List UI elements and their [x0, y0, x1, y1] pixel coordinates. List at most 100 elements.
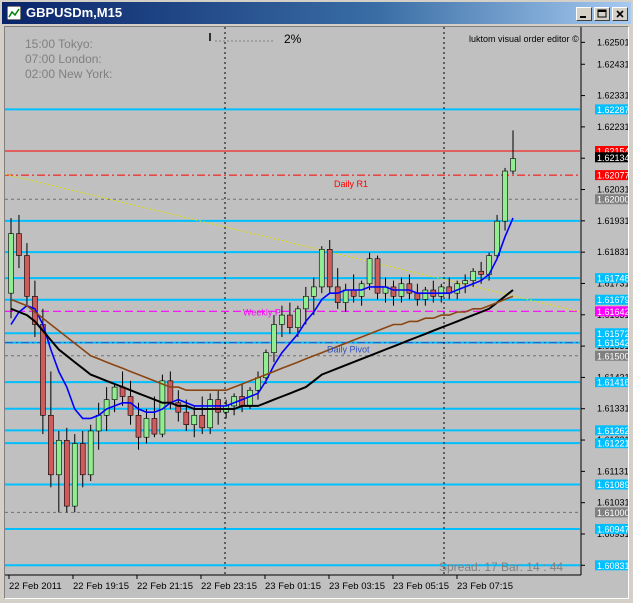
bear-candle	[334, 286, 341, 303]
price-level-tag-label: 1.62134	[597, 153, 628, 163]
bear-candle	[167, 380, 174, 404]
bull-candle	[271, 324, 277, 353]
price-tick-label: 1.61331	[597, 404, 628, 414]
order-editor-text: luktom visual order editor	[469, 34, 570, 44]
price-tick-label: 1.61831	[597, 247, 628, 257]
price-level-tag-label: 1.62000	[597, 195, 628, 205]
price-tick-label: 1.62431	[597, 59, 628, 69]
bear-candle	[326, 249, 333, 288]
bear-candle	[239, 396, 245, 407]
bear-candle	[16, 233, 22, 256]
title-bar[interactable]: GBPUSDm,M15	[2, 2, 631, 24]
bear-candle	[414, 292, 421, 300]
session-city-label: London:	[58, 52, 102, 66]
bear-candle	[40, 324, 46, 416]
maximize-button[interactable]	[594, 7, 610, 21]
bear-candle	[127, 396, 134, 416]
price-tick-label: 1.62331	[597, 91, 628, 101]
bull-candle	[8, 233, 14, 294]
time-tick-label: 23 Feb 03:15	[329, 581, 385, 592]
price-level-tag-label: 1.61416	[597, 378, 628, 388]
bull-candle	[207, 399, 214, 429]
bull-candle	[494, 220, 500, 256]
chart-canvas[interactable]: 1.625011.624311.623311.622311.621311.620…	[5, 27, 628, 598]
bull-candle	[310, 286, 317, 297]
window-title: GBPUSDm,M15	[26, 5, 123, 20]
minimize-icon	[580, 16, 586, 18]
order-editor-label[interactable]: luktom visual order editor ©	[469, 34, 579, 44]
bull-candle	[422, 289, 429, 300]
copyright-icon: ©	[572, 34, 579, 44]
bear-candle	[199, 414, 206, 429]
bull-candle	[303, 296, 309, 310]
price-tick-label: 1.62501	[597, 37, 628, 47]
bull-candle	[438, 286, 445, 297]
session-time-value: 15:00	[25, 37, 56, 51]
bear-candle	[24, 255, 30, 297]
price-tick-label: 1.61031	[597, 498, 628, 508]
price-tick-label: 1.62231	[597, 122, 628, 132]
bull-candle	[143, 418, 150, 438]
session-time-newyork: 02:00 New York:	[25, 67, 112, 81]
time-tick-label: 23 Feb 01:15	[265, 581, 321, 592]
bear-candle	[79, 443, 86, 476]
bull-candle	[87, 430, 94, 476]
bear-candle	[374, 258, 381, 294]
price-level-tag-label: 1.61542	[597, 338, 628, 348]
price-level-tag-label: 1.61642	[597, 307, 628, 317]
bull-candle	[342, 289, 349, 303]
price-level-tag-label: 1.62077	[597, 171, 628, 181]
bear-candle	[287, 314, 293, 328]
bull-candle	[95, 414, 102, 432]
session-city-label: New York:	[58, 67, 113, 81]
price-level-tag-label: 1.61000	[597, 508, 628, 518]
price-chart[interactable]: 1.625011.624311.623311.622311.621311.620…	[4, 26, 629, 599]
bull-candle	[247, 389, 253, 407]
bull-candle	[231, 396, 237, 407]
bear-candle	[406, 283, 413, 294]
time-tick-label: 22 Feb 2011	[9, 581, 62, 592]
price-level-tag-label: 1.61748	[597, 274, 628, 284]
daily-pivot-label: Daily Pivot	[327, 345, 370, 355]
session-city-label: Tokyo:	[58, 37, 93, 51]
daily-r1-label: Daily R1	[334, 179, 368, 189]
bull-candle	[111, 386, 118, 400]
bull-candle	[470, 270, 476, 281]
weekly-pivot-label: Weekly P	[243, 307, 281, 317]
session-time-tokyo: 15:00 Tokyo:	[25, 37, 93, 51]
price-level-tag-label: 1.61679	[597, 295, 628, 305]
bull-candle	[295, 308, 301, 328]
bull-candle	[71, 443, 78, 507]
minimize-button[interactable]	[576, 7, 592, 21]
time-tick-label: 22 Feb 23:15	[201, 581, 257, 592]
bear-candle	[135, 414, 142, 438]
bear-candle	[183, 411, 190, 425]
mt4-chart-window: GBPUSDm,M15 1.62501 1.62431 1.62331 1.62231…	[0, 0, 633, 603]
close-icon	[616, 10, 624, 18]
price-level-tag-label: 1.61221	[597, 439, 628, 449]
time-tick-label: 22 Feb 21:15	[137, 581, 193, 592]
bear-candle	[63, 440, 70, 507]
spread-bar-info: Spread: 17 Bar: 14 : 44	[439, 560, 564, 574]
percent-label: 2%	[284, 32, 302, 46]
session-time-london: 07:00 London:	[25, 52, 102, 66]
bull-candle	[510, 158, 516, 172]
price-level-tag-label: 1.60831	[597, 561, 628, 571]
price-level-tag-label: 1.61262	[597, 426, 628, 436]
time-tick-label: 22 Feb 19:15	[73, 581, 129, 592]
bear-candle	[478, 270, 484, 275]
time-tick-label: 23 Feb 07:15	[457, 581, 513, 592]
session-time-value: 02:00	[25, 67, 56, 81]
bull-candle	[318, 249, 325, 288]
bear-candle	[151, 418, 158, 435]
price-level-tag-label: 1.61500	[597, 351, 628, 361]
bull-candle	[191, 414, 198, 425]
bear-candle	[350, 289, 357, 297]
bear-candle	[48, 414, 54, 476]
bull-candle	[502, 170, 508, 222]
price-level-tag-label: 1.61089	[597, 480, 628, 490]
price-level-tag-label: 1.62287	[597, 105, 628, 115]
close-button[interactable]	[612, 7, 628, 21]
price-tick-label: 1.62031	[597, 185, 628, 195]
bull-candle	[56, 440, 62, 476]
